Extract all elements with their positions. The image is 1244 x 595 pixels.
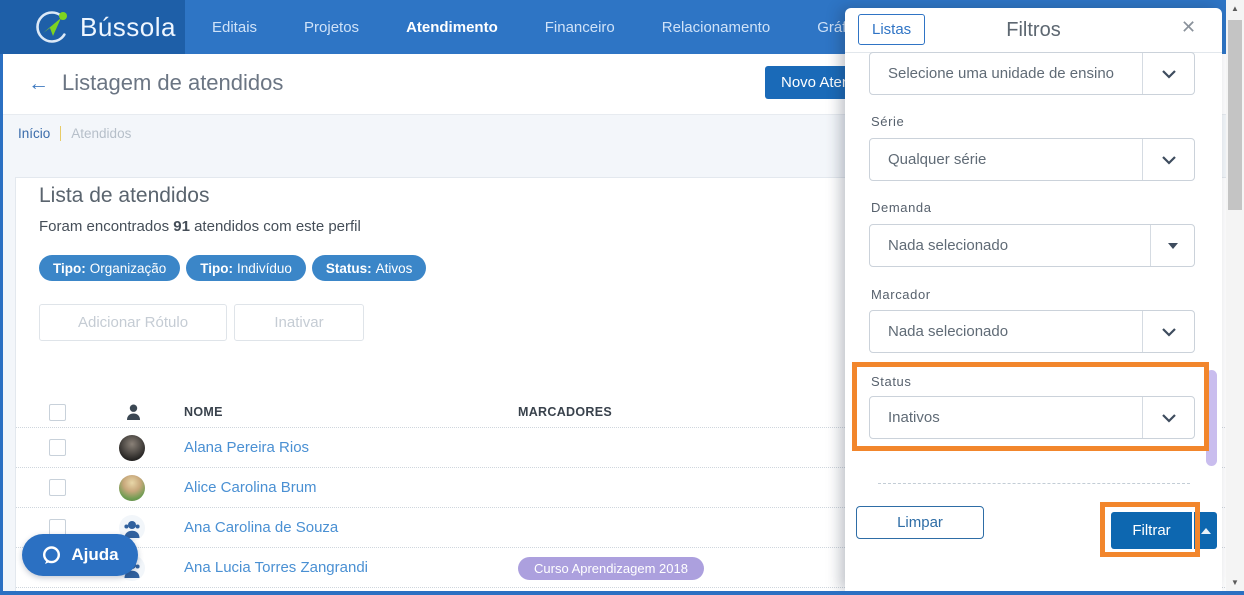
status-select[interactable]: Inativos <box>869 396 1195 439</box>
chevron-down-icon <box>1142 53 1194 94</box>
page-title: Listagem de atendidos <box>62 70 284 95</box>
select-value: Selecione uma unidade de ensino <box>888 65 1115 82</box>
serie-select[interactable]: Qualquer série <box>869 138 1195 181</box>
row-checkbox[interactable] <box>49 439 66 456</box>
apply-button-group: Filtrar <box>1111 512 1217 549</box>
clear-filters-button[interactable]: Limpar <box>856 506 984 539</box>
page-scrollbar[interactable]: ▲ ▼ <box>1226 0 1244 595</box>
bulk-actions: Adicionar Rótulo Inativar <box>39 304 364 341</box>
window-left-border <box>0 54 3 595</box>
attendee-name-link[interactable]: Alana Pereira Rios <box>184 439 309 456</box>
panel-scrollbar-thumb[interactable] <box>1206 370 1217 466</box>
chevron-down-icon <box>1142 139 1194 180</box>
chip-status-ativos[interactable]: Status: Ativos <box>311 255 427 281</box>
field-label-status: Status <box>871 374 912 389</box>
nav-item-relacionamento[interactable]: Relacionamento <box>662 19 770 36</box>
chevron-down-icon <box>1142 397 1194 438</box>
breadcrumb-separator <box>60 126 62 141</box>
lists-button[interactable]: Listas <box>858 14 926 45</box>
select-value: Qualquer série <box>888 151 987 168</box>
column-header-nome: NOME <box>184 405 223 419</box>
panel-footer-divider <box>878 483 1190 484</box>
caret-down-icon <box>1150 225 1194 266</box>
scrollbar-thumb[interactable] <box>1228 20 1242 210</box>
summary-suffix: atendidos com este perfil <box>189 218 361 235</box>
select-value: Nada selecionado <box>888 323 1009 340</box>
select-value: Inativos <box>888 409 940 426</box>
help-label: Ajuda <box>71 545 119 564</box>
apply-dropdown-toggle[interactable] <box>1194 512 1217 549</box>
chat-bubble-icon <box>43 545 61 564</box>
scrollbar-up-arrow[interactable]: ▲ <box>1226 4 1244 13</box>
nav-item-editais[interactable]: Editais <box>212 19 257 36</box>
filter-panel: Listas Filtros ✕ Selecione uma unidade d… <box>845 8 1222 591</box>
brand-logo[interactable]: Bússola <box>0 0 185 54</box>
chip-tipo-organizacao[interactable]: Tipo: Organização <box>39 255 181 281</box>
chip-label: Tipo: <box>53 260 86 276</box>
chip-tipo-individuo[interactable]: Tipo: Indivíduo <box>186 255 306 281</box>
attendee-name-link[interactable]: Ana Carolina de Souza <box>184 519 338 536</box>
demanda-select[interactable]: Nada selecionado <box>869 224 1195 267</box>
close-icon[interactable]: ✕ <box>1181 17 1196 38</box>
avatar <box>119 475 145 501</box>
column-header-marcadores: MARCADORES <box>518 405 612 419</box>
back-arrow-icon[interactable]: ← <box>28 72 49 96</box>
inactivate-button[interactable]: Inativar <box>234 304 364 341</box>
field-label-serie: Série <box>871 114 905 129</box>
marcador-select[interactable]: Nada selecionado <box>869 310 1195 353</box>
row-checkbox[interactable] <box>49 479 66 496</box>
compass-logo-icon <box>36 11 68 43</box>
select-all-checkbox[interactable] <box>49 404 66 421</box>
select-value: Nada selecionado <box>888 237 1009 254</box>
chip-label: Status: <box>325 260 372 276</box>
add-label-button[interactable]: Adicionar Rótulo <box>39 304 227 341</box>
chip-label: Tipo: <box>200 260 234 276</box>
active-filter-chips: Tipo: Organização Tipo: Indivíduo Status: A… <box>39 255 427 281</box>
caret-up-icon <box>1200 527 1211 534</box>
attendee-name-link[interactable]: Alice Carolina Brum <box>184 479 317 496</box>
field-label-demanda: Demanda <box>871 200 932 215</box>
field-label-marcador: Marcador <box>871 287 931 302</box>
avatar <box>119 435 145 461</box>
breadcrumb-home[interactable]: Início <box>18 126 50 141</box>
chip-value: Indivíduo <box>237 260 292 276</box>
person-icon <box>127 404 140 420</box>
help-button[interactable]: Ajuda <box>22 534 138 576</box>
scrollbar-down-arrow[interactable]: ▼ <box>1226 578 1244 587</box>
marker-tag: Curso Aprendizagem 2018 <box>518 557 704 580</box>
nav-item-financeiro[interactable]: Financeiro <box>545 19 615 36</box>
nav-item-projetos[interactable]: Projetos <box>304 19 359 36</box>
nav-menu: Editais Projetos Atendimento Financeiro … <box>185 0 941 54</box>
chip-value: Ativos <box>375 260 413 276</box>
apply-filters-button[interactable]: Filtrar <box>1111 512 1192 549</box>
window-bottom-border <box>0 591 1244 595</box>
results-summary: Foram encontrados 91 atendidos com este … <box>39 218 361 235</box>
attendee-name-link[interactable]: Ana Lucia Torres Zangrandi <box>184 559 368 576</box>
school-unit-select[interactable]: Selecione uma unidade de ensino <box>869 52 1195 95</box>
brand-name: Bússola <box>80 11 176 42</box>
summary-count: 91 <box>173 218 190 235</box>
breadcrumb-current: Atendidos <box>71 126 132 141</box>
card-title: Lista de atendidos <box>39 184 210 207</box>
chevron-down-icon <box>1142 311 1194 352</box>
chip-value: Organização <box>89 260 167 276</box>
nav-item-atendimento[interactable]: Atendimento <box>406 19 498 36</box>
summary-prefix: Foram encontrados <box>39 218 174 235</box>
